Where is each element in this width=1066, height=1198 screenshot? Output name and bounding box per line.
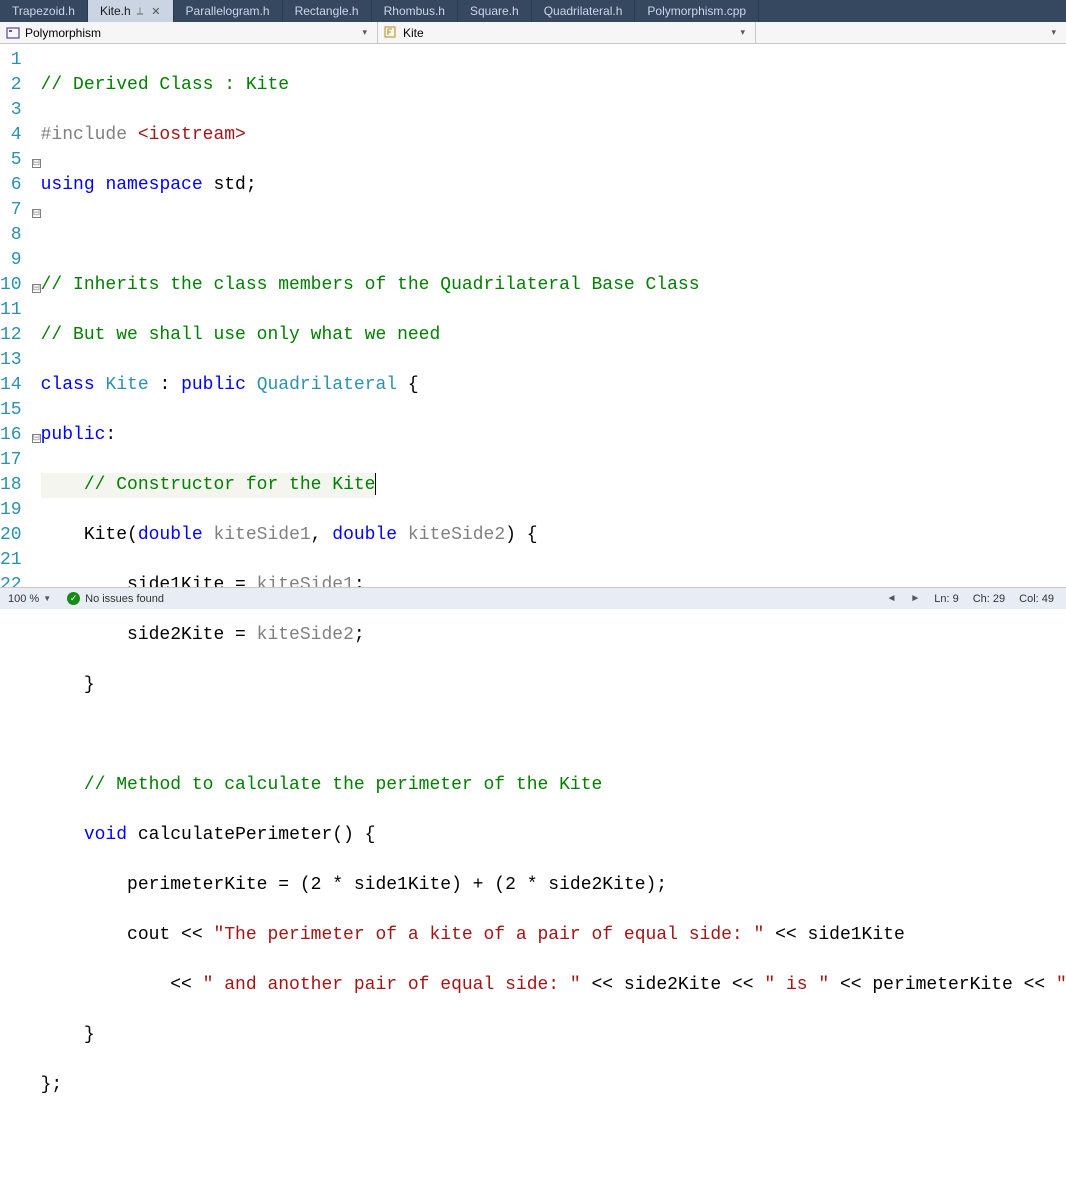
editor: 12345678910111213141516171819202122 ⊟ ⊟ …: [0, 44, 1066, 587]
status-bar: 100 %▼ ✓ No issues found ◄ ► Ln: 9 Ch: 2…: [0, 587, 1066, 609]
tab-polymorphism-cpp[interactable]: Polymorphism.cpp: [635, 0, 759, 22]
nav-member-label: Kite: [403, 26, 424, 40]
nav-scope-dropdown[interactable]: Polymorphism ▾: [0, 22, 378, 43]
class-icon: [384, 26, 398, 40]
tab-parallelogram[interactable]: Parallelogram.h: [174, 0, 283, 22]
scroll-left-icon[interactable]: ◄: [880, 593, 902, 604]
chevron-down-icon: ▾: [736, 27, 749, 38]
fold-toggle[interactable]: ⊟: [32, 284, 41, 293]
fold-toggle[interactable]: ⊟: [32, 209, 41, 218]
tab-rectangle[interactable]: Rectangle.h: [283, 0, 372, 22]
scroll-right-icon[interactable]: ►: [904, 593, 926, 604]
line-number-gutter: 12345678910111213141516171819202122: [0, 44, 32, 587]
issues-indicator[interactable]: ✓ No issues found: [59, 592, 172, 605]
status-char: Ch: 29: [967, 593, 1011, 605]
project-icon: [6, 26, 20, 40]
chevron-down-icon: ▾: [1047, 27, 1060, 38]
close-icon[interactable]: ✕: [151, 5, 160, 18]
zoom-dropdown[interactable]: 100 %▼: [0, 593, 59, 605]
nav-scope-label: Polymorphism: [25, 26, 101, 40]
pin-icon: ⟂: [137, 6, 144, 17]
tab-rhombus[interactable]: Rhombus.h: [372, 0, 458, 22]
nav-member-dropdown[interactable]: Kite ▾: [378, 22, 756, 43]
tab-square[interactable]: Square.h: [458, 0, 532, 22]
text-caret: [375, 473, 376, 495]
status-col: Col: 49: [1013, 593, 1060, 605]
tab-quadrilateral[interactable]: Quadrilateral.h: [532, 0, 636, 22]
chevron-down-icon: ▼: [43, 594, 51, 603]
tab-bar: Trapezoid.h Kite.h⟂✕ Parallelogram.h Rec…: [0, 0, 1066, 22]
navigation-bar: Polymorphism ▾ Kite ▾ ▾: [0, 22, 1066, 44]
status-line: Ln: 9: [928, 593, 964, 605]
nav-extra-dropdown[interactable]: ▾: [756, 22, 1066, 43]
check-icon: ✓: [67, 592, 80, 605]
tab-trapezoid[interactable]: Trapezoid.h: [0, 0, 88, 22]
fold-toggle[interactable]: ⊟: [32, 159, 41, 168]
chevron-down-icon: ▾: [358, 27, 371, 38]
fold-gutter: ⊟ ⊟ ⊟ ⊟: [32, 44, 41, 587]
tab-kite[interactable]: Kite.h⟂✕: [88, 0, 174, 22]
code-area[interactable]: // Derived Class : Kite #include <iostre…: [41, 44, 1066, 587]
fold-toggle[interactable]: ⊟: [32, 434, 41, 443]
